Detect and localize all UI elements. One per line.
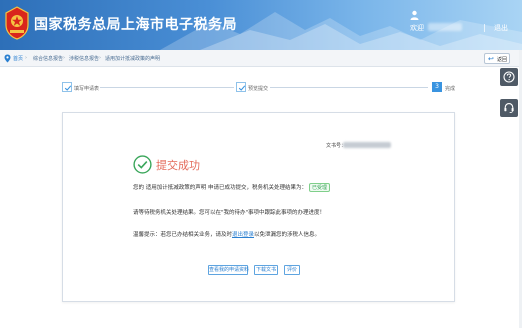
- download-document-button[interactable]: 下载文书: [254, 265, 278, 275]
- site-title: 国家税务总局上海市电子税务局: [34, 17, 237, 33]
- back-button[interactable]: ↩ 返回: [484, 53, 510, 64]
- breadcrumb-item-tax-info-report[interactable]: 涉税信息报告: [69, 55, 99, 62]
- success-check-icon: [133, 155, 152, 174]
- tip-text: 温馨提示：若您已办结相关业务，请及时: [133, 232, 233, 238]
- header-banner: 国家税务总局上海市电子税务局 欢迎 退出: [0, 0, 522, 50]
- step-2-label: 预览提交: [248, 86, 269, 92]
- document-number-redacted: [343, 142, 391, 148]
- help-button[interactable]: [500, 68, 518, 86]
- step-2-indicator: [236, 82, 246, 92]
- result-line-2: 请等待税务机关处理结果。您可以在"我的待办"事项中跟踪此事项的办理进度！: [133, 210, 326, 216]
- logout-now-link[interactable]: 退出登录: [232, 232, 254, 238]
- step-3-label: 完成: [445, 86, 456, 92]
- breadcrumb-separator: ›: [63, 55, 65, 61]
- emblem-icon: [5, 6, 29, 40]
- step-3-indicator: 3: [432, 82, 442, 92]
- location-pin-icon: [4, 54, 11, 63]
- breadcrumb-separator: ›: [25, 55, 27, 61]
- breadcrumb-item-general-report[interactable]: 综合信息报告: [33, 55, 63, 62]
- check-icon: [238, 85, 246, 91]
- welcome-text: 欢迎: [410, 24, 424, 32]
- result-line-3: 温馨提示：若您已办结相关业务，请及时退出登录以免泄漏您的涉税人信息。: [133, 230, 320, 238]
- headset-icon: [504, 103, 514, 113]
- user-icon: [410, 10, 419, 20]
- user-name-redacted: [428, 23, 462, 31]
- evaluate-button[interactable]: 评价: [284, 265, 300, 275]
- breadcrumb-home[interactable]: 首页: [13, 55, 23, 62]
- breadcrumb-separator: ›: [99, 55, 101, 61]
- result-line-1: 您的 适用加计抵减政策的声明 申请已成功提交，税务机关处理结果为： 已受理: [133, 183, 331, 192]
- success-title: 提交成功: [156, 159, 200, 172]
- tip-suffix: 以免泄漏您的涉税人信息。: [254, 232, 321, 238]
- step-connector: [100, 87, 234, 88]
- breadcrumb-item-current: 适用加计抵减政策的声明: [105, 56, 161, 62]
- step-connector: [270, 87, 428, 88]
- check-icon: [64, 85, 72, 91]
- status-badge: 已受理: [309, 183, 331, 192]
- view-application-button[interactable]: 查看我的申请资料: [208, 265, 249, 275]
- step-1-indicator: [62, 82, 72, 92]
- back-arrow-icon: ↩: [488, 55, 494, 63]
- help-icon: [503, 71, 515, 83]
- step-1-label: 填写申请表: [74, 86, 100, 92]
- customer-service-button[interactable]: [500, 99, 518, 117]
- logout-link[interactable]: 退出: [494, 23, 508, 33]
- header-divider: [484, 24, 485, 32]
- result-line-1-text: 您的 适用加计抵减政策的声明 申请已成功提交，税务机关处理结果为：: [133, 185, 307, 191]
- back-button-label: 返回: [497, 57, 508, 63]
